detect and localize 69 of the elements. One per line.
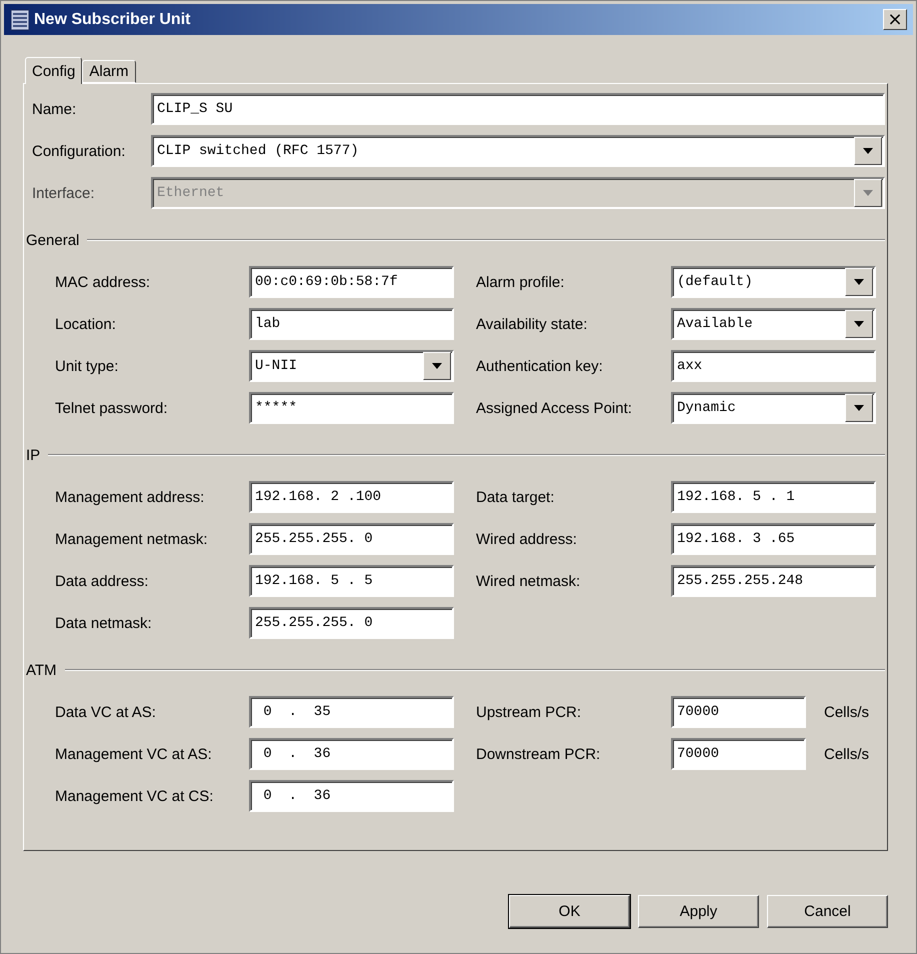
text-field[interactable]: lab [249,308,454,340]
field-label: Management VC at CS: [55,788,214,804]
text-field[interactable]: 255.255.255.248 [671,565,876,597]
text-field[interactable]: axx [671,350,876,382]
close-button[interactable]: × [883,9,907,30]
unit-label: Cells/s [824,746,870,762]
field-label: Alarm profile: [476,274,566,290]
text-field[interactable]: 192.168. 5 . 1 [671,481,876,513]
dropdown[interactable]: CLIP switched (RFC 1577) [151,135,885,167]
field-label: Management netmask: [55,530,209,548]
text-field[interactable]: 00:c0:69:0b:58:7f [249,266,454,298]
caret-down-icon [863,148,873,154]
field-label: Unit type: [55,358,120,374]
dropdown-button[interactable] [845,268,873,296]
field-label: Availability state: [476,316,588,332]
text-field[interactable]: 255.255.255. 0 [249,607,454,639]
field-label: Upstream PCR: [476,704,582,720]
text-field[interactable]: 70000 [671,738,806,770]
field-label: Name: [32,100,78,118]
dropdown[interactable]: Dynamic [671,392,876,424]
dropdown[interactable]: (default) [671,266,876,298]
caret-down-icon [854,321,864,327]
text-field[interactable]: 0 . 36 [249,780,454,812]
dropdown-button[interactable] [845,310,873,338]
field-label: Downstream PCR: [476,746,602,762]
field-label: Wired netmask: [476,572,582,590]
caret-down-icon [432,363,442,369]
app-icon [10,8,30,30]
caret-down-icon [854,279,864,285]
field-label: MAC address: [55,274,152,290]
tab[interactable]: Config [25,57,82,84]
text-field[interactable]: ***** [249,392,454,424]
text-field[interactable]: 0 . 35 [249,696,454,728]
text-field[interactable]: 255.255.255. 0 [249,523,454,555]
dropdown-button[interactable] [845,394,873,422]
section-title: General [26,232,80,248]
caret-down-icon [854,405,864,411]
field-label: Data target: [476,488,556,506]
dropdown[interactable]: Available [671,308,876,340]
dropdown[interactable]: U-NII [249,350,454,382]
field-label: Authentication key: [476,358,604,374]
dropdown-button[interactable] [423,352,451,380]
dropdown-button[interactable] [854,137,882,165]
text-field[interactable]: 0 . 36 [249,738,454,770]
field-label: Telnet password: [55,400,169,416]
field-label: Management address: [55,488,206,506]
text-field[interactable]: 192.168. 2 .100 [249,481,454,513]
field-label: Configuration: [32,142,126,160]
field-label: Data netmask: [55,614,153,632]
field-label: Interface: [32,184,96,202]
section-title: IP [26,446,40,464]
field-label: Management VC at AS: [55,746,213,762]
text-field[interactable]: CLIP_S SU [151,93,885,125]
window-title: New Subscriber Unit [34,10,192,28]
unit-label: Cells/s [824,704,870,720]
field-label: Data address: [55,572,150,590]
dialog-button[interactable]: OK [509,895,630,928]
section-title: ATM [26,662,57,678]
text-field[interactable]: 70000 [671,696,806,728]
text-field[interactable]: 192.168. 5 . 5 [249,565,454,597]
tab[interactable]: Alarm [82,60,136,83]
dialog-button[interactable]: Apply [638,895,759,928]
field-label: Assigned Access Point: [476,400,633,416]
text-field[interactable]: 192.168. 3 .65 [671,523,876,555]
field-label: Data VC at AS: [55,704,157,720]
field-label: Location: [55,316,117,332]
caret-down-icon [863,190,873,196]
dialog-button[interactable]: Cancel [767,895,888,928]
field-label: Wired address: [476,530,578,548]
